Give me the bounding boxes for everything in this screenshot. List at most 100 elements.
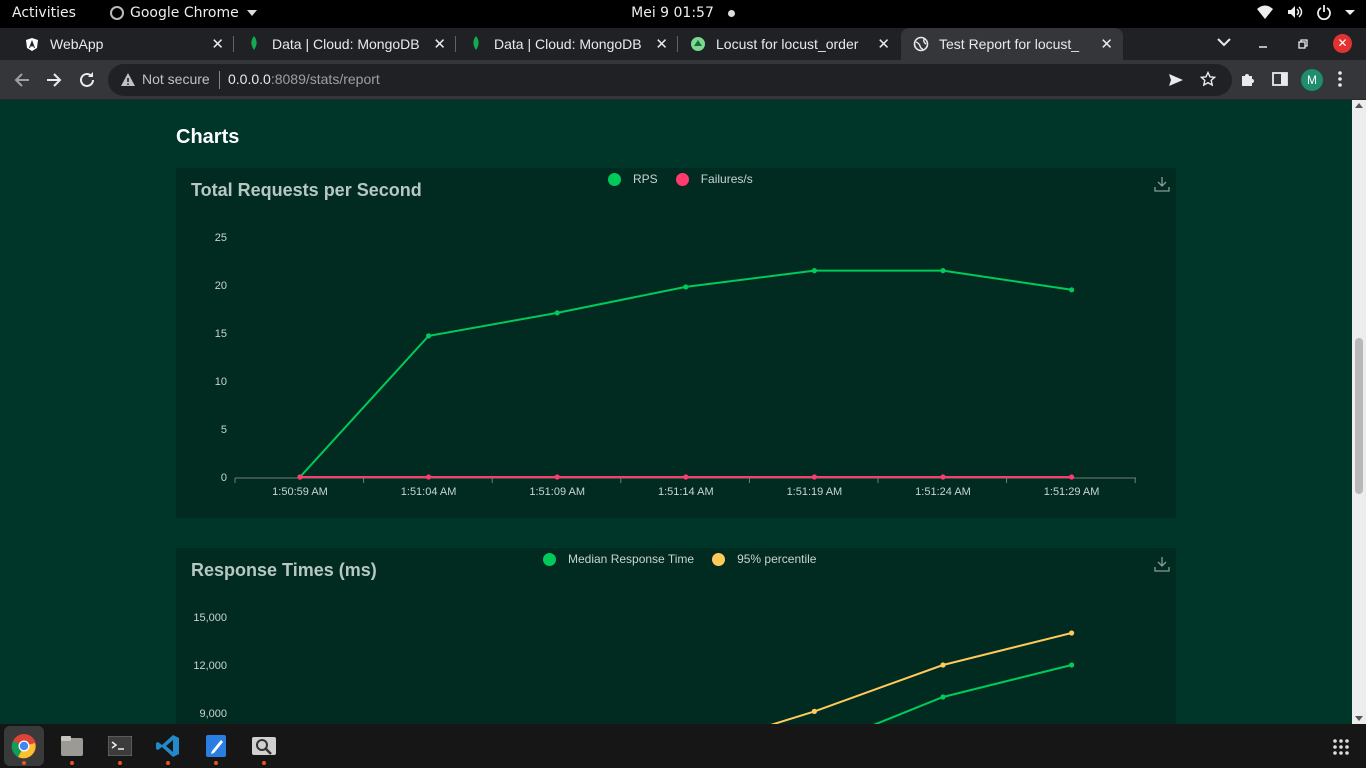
scroll-down-arrow-icon[interactable] bbox=[1355, 716, 1363, 721]
response-times-chart-svg: 9,000 12,000 15,000 bbox=[193, 612, 1075, 724]
url-path: :8089/stats/report bbox=[270, 71, 380, 87]
chrome-icon bbox=[110, 6, 124, 20]
tab-title: Locust for locust_order bbox=[716, 36, 859, 52]
tab-mongodb-1[interactable]: Data | Cloud: MongoDB ✕ bbox=[234, 28, 456, 60]
data-point bbox=[554, 474, 560, 480]
x-tick-label: 1:51:14 AM bbox=[658, 486, 714, 498]
system-tray[interactable] bbox=[1256, 4, 1356, 20]
show-applications-grid-icon[interactable] bbox=[1332, 738, 1350, 760]
running-indicator bbox=[262, 761, 266, 765]
y-tick-label: 20 bbox=[215, 280, 227, 292]
extensions-puzzle-icon[interactable] bbox=[1239, 70, 1257, 92]
chevron-down-icon bbox=[246, 10, 257, 16]
tab-locust[interactable]: Locust for locust_order ✕ bbox=[678, 28, 900, 60]
close-window-button[interactable]: ✕ bbox=[1333, 34, 1352, 53]
close-tab-icon[interactable]: ✕ bbox=[655, 35, 668, 53]
not-secure-label[interactable]: Not secure bbox=[142, 71, 210, 87]
x-tick-label: 1:51:19 AM bbox=[787, 486, 843, 498]
reload-button[interactable] bbox=[77, 70, 97, 94]
y-tick-label: 15,000 bbox=[193, 612, 227, 624]
back-button[interactable] bbox=[12, 70, 32, 94]
terminal-icon bbox=[108, 736, 132, 756]
dock-image-viewer[interactable] bbox=[244, 726, 284, 766]
side-panel-icon[interactable] bbox=[1271, 70, 1289, 92]
globe-icon bbox=[913, 36, 929, 52]
restore-button[interactable] bbox=[1298, 38, 1308, 53]
y-tick-label: 9,000 bbox=[199, 708, 227, 720]
data-point bbox=[1069, 474, 1075, 480]
data-point bbox=[683, 284, 689, 290]
kebab-menu-icon[interactable] bbox=[1337, 70, 1343, 92]
tab-title: Data | Cloud: MongoDB bbox=[272, 36, 420, 52]
close-tab-icon[interactable]: ✕ bbox=[433, 35, 446, 53]
tab-title: WebApp bbox=[50, 36, 104, 52]
y-tick-label: 25 bbox=[215, 232, 227, 244]
x-tick-label: 1:51:24 AM bbox=[915, 486, 971, 498]
app-menu[interactable]: Google Chrome bbox=[110, 5, 257, 21]
warning-icon[interactable] bbox=[120, 72, 136, 91]
tab-search-button[interactable] bbox=[1217, 36, 1231, 51]
section-title: Charts bbox=[176, 126, 240, 148]
dock-text-editor[interactable] bbox=[196, 726, 236, 766]
locust-icon bbox=[690, 36, 706, 52]
tab-webapp[interactable]: WebApp ✕ bbox=[12, 28, 234, 60]
data-point bbox=[554, 310, 560, 316]
angular-icon bbox=[24, 36, 40, 52]
tab-mongodb-2[interactable]: Data | Cloud: MongoDB ✕ bbox=[456, 28, 678, 60]
chart-panel-response-times: Response Times (ms) Median Response Time… bbox=[176, 548, 1176, 724]
activities-button[interactable]: Activities bbox=[12, 5, 76, 21]
tab-test-report[interactable]: Test Report for locust_ ✕ bbox=[901, 28, 1123, 60]
data-point bbox=[940, 474, 946, 480]
data-point bbox=[940, 268, 946, 274]
rps-chart-svg: 0 5 10 15 20 25 1:50:59 AM 1:51:04 AM 1:51:09 AM… bbox=[215, 232, 1136, 498]
data-point bbox=[426, 333, 432, 339]
x-tick-label: 1:51:04 AM bbox=[401, 486, 457, 498]
dock-chrome[interactable] bbox=[4, 726, 44, 766]
volume-icon bbox=[1288, 6, 1303, 18]
recording-dot-icon bbox=[727, 9, 735, 17]
chrome-icon bbox=[11, 734, 36, 759]
series-line bbox=[873, 664, 1072, 724]
bookmark-star-icon[interactable] bbox=[1199, 70, 1217, 90]
running-indicator bbox=[166, 761, 170, 765]
data-point bbox=[811, 268, 818, 274]
close-tab-icon[interactable]: ✕ bbox=[1100, 35, 1113, 53]
y-tick-label: 12,000 bbox=[193, 660, 227, 672]
y-tick-label: 15 bbox=[215, 328, 227, 340]
power-icon bbox=[1317, 5, 1331, 20]
close-tab-icon[interactable]: ✕ bbox=[211, 35, 224, 53]
clock-text: Mei 9 01:57 bbox=[631, 5, 714, 21]
tab-strip: WebApp ✕ Data | Cloud: MongoDB ✕ Data | … bbox=[0, 28, 1366, 85]
data-point bbox=[1069, 630, 1075, 636]
data-point bbox=[940, 694, 946, 700]
running-indicator bbox=[118, 761, 122, 765]
url-host: 0.0.0.0 bbox=[228, 71, 271, 87]
dock-terminal[interactable] bbox=[100, 726, 140, 766]
system-top-bar: Activities Google Chrome Mei 9 01:57 bbox=[0, 0, 1366, 28]
magnifier-icon bbox=[252, 737, 276, 755]
data-point bbox=[426, 474, 432, 480]
url-text[interactable]: 0.0.0.0:8089/stats/report bbox=[228, 71, 380, 87]
send-icon[interactable] bbox=[1168, 72, 1184, 91]
series-line bbox=[770, 632, 1072, 724]
minimize-button[interactable] bbox=[1258, 38, 1268, 53]
divider bbox=[219, 71, 220, 89]
running-indicator bbox=[214, 761, 218, 765]
profile-avatar[interactable]: M bbox=[1301, 69, 1323, 91]
running-indicator bbox=[22, 761, 26, 765]
close-tab-icon[interactable]: ✕ bbox=[877, 35, 890, 53]
vertical-scrollbar[interactable] bbox=[1352, 100, 1366, 724]
scroll-up-arrow-icon[interactable] bbox=[1355, 103, 1363, 108]
address-bar[interactable]: Not secure 0.0.0.0:8089/stats/report bbox=[108, 64, 1232, 96]
data-point bbox=[1069, 287, 1075, 293]
forward-button[interactable] bbox=[44, 70, 64, 94]
x-tick-label: 1:50:59 AM bbox=[272, 486, 328, 498]
scrollbar-thumb[interactable] bbox=[1355, 338, 1363, 494]
x-tick-label: 1:51:09 AM bbox=[529, 486, 585, 498]
dock bbox=[0, 724, 1366, 768]
dock-vscode[interactable] bbox=[148, 726, 188, 766]
y-tick-label: 0 bbox=[221, 472, 227, 484]
dock-files[interactable] bbox=[52, 726, 92, 766]
y-tick-label: 5 bbox=[221, 424, 227, 436]
running-indicator bbox=[70, 761, 74, 765]
